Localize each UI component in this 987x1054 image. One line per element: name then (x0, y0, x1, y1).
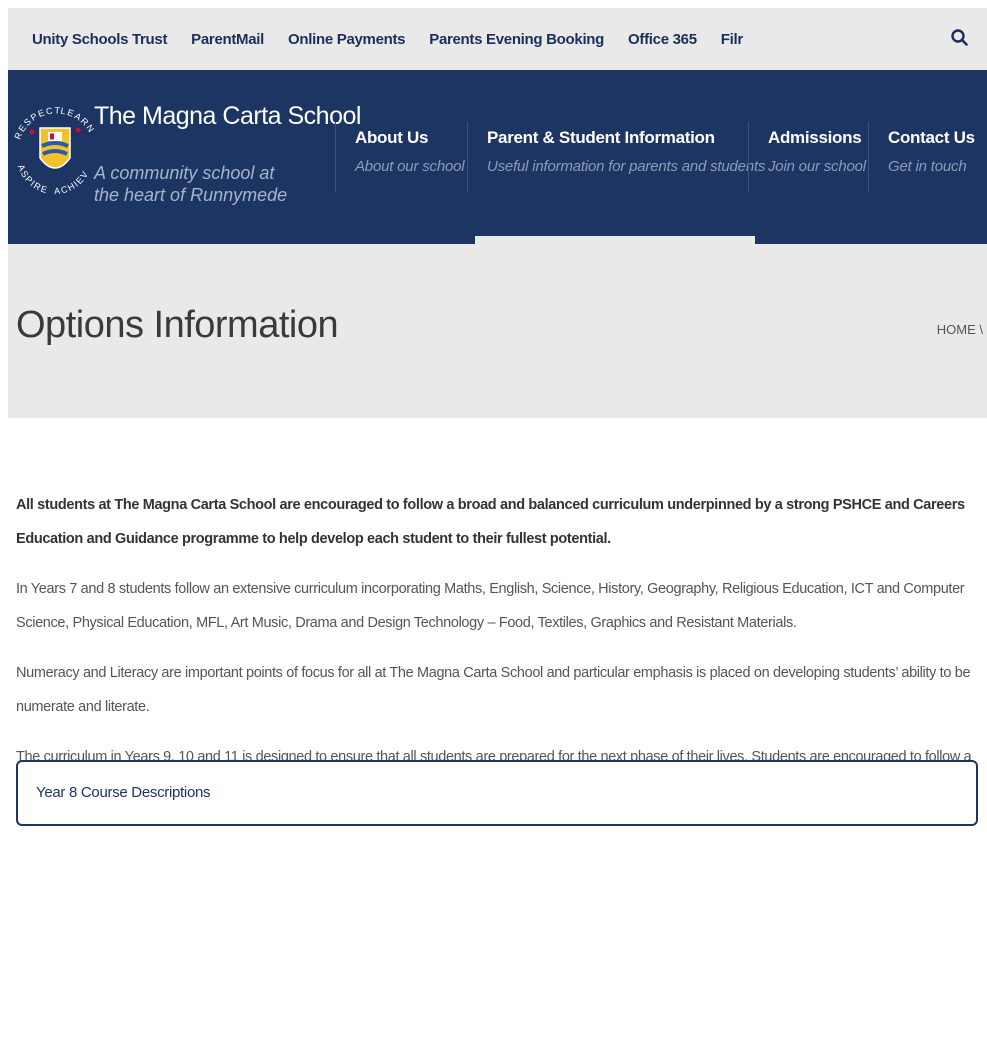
accordion-year-8-course-descriptions[interactable]: Year 8 Course Descriptions (16, 760, 978, 826)
nav-item-title: Contact Us (888, 128, 975, 147)
nav-item-subtitle: Useful information for parents and stude… (487, 158, 766, 175)
svg-text:ASPIRE: ASPIRE (16, 163, 50, 195)
accordion-label: Year 8 Course Descriptions (36, 784, 211, 801)
nav-item-title: Parent & Student Information (487, 128, 715, 147)
body-paragraph: Numeracy and Literacy are important poin… (16, 665, 971, 715)
nav-item-parent-student-information[interactable]: Parent & Student Information Useful info… (487, 128, 765, 175)
nav-item-about-us[interactable]: About Us About our school (355, 128, 465, 175)
nav-item-subtitle: Join our school (768, 158, 866, 175)
utility-link-parentmail[interactable]: ParentMail (191, 31, 264, 48)
utility-link-filr[interactable]: Filr (721, 31, 743, 48)
nav-divider (868, 122, 869, 192)
page-title: Options Information (16, 304, 339, 346)
utility-links: Unity Schools Trust ParentMail Online Pa… (32, 31, 767, 48)
utility-link-online-payments[interactable]: Online Payments (288, 31, 406, 48)
breadcrumb-home[interactable]: HOME \ (937, 322, 983, 337)
school-tagline: A community school at the heart of Runny… (94, 163, 288, 205)
school-name[interactable]: The Magna Carta School (94, 102, 361, 131)
nav-item-title: Admissions (768, 128, 862, 147)
school-crest-logo[interactable]: RESPECT LEARN ASPIRE ACHIEVE (10, 88, 100, 212)
nav-item-contact-us[interactable]: Contact Us Get in touch (888, 128, 975, 175)
utility-bar: Unity Schools Trust ParentMail Online Pa… (8, 8, 987, 70)
utility-link-parents-evening-booking[interactable]: Parents Evening Booking (429, 31, 604, 48)
intro-paragraph: All students at The Magna Carta School a… (16, 497, 965, 547)
nav-divider (335, 122, 336, 192)
nav-divider (748, 122, 749, 192)
crest-word-aspire: ASPIRE (16, 163, 48, 195)
nav-divider (467, 122, 468, 192)
nav-item-admissions[interactable]: Admissions Join our school (768, 128, 866, 175)
utility-link-unity-schools-trust[interactable]: Unity Schools Trust (32, 31, 167, 48)
page-title-band: Options Information HOME \ (8, 244, 987, 418)
nav-item-title: About Us (355, 128, 429, 147)
body-paragraph: In Years 7 and 8 students follow an exte… (16, 581, 965, 631)
nav-item-subtitle: Get in touch (888, 158, 967, 175)
search-icon[interactable] (949, 27, 971, 49)
utility-link-office-365[interactable]: Office 365 (628, 31, 697, 48)
nav-item-subtitle: About our school (355, 158, 465, 175)
nav-active-indicator (475, 236, 755, 244)
page: Unity Schools Trust ParentMail Online Pa… (0, 0, 987, 1054)
site-header: RESPECT LEARN ASPIRE ACHIEVE The Magna C… (8, 70, 987, 244)
